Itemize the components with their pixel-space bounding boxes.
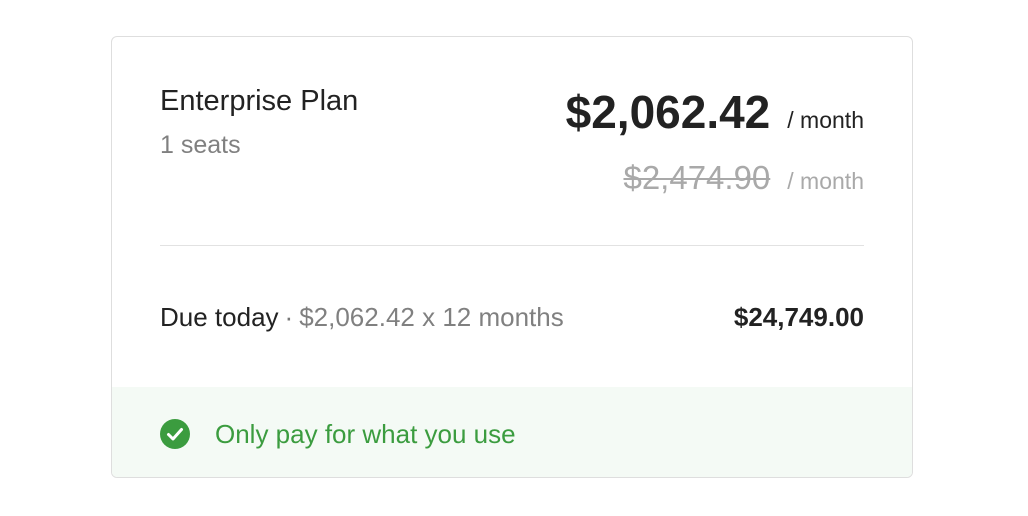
original-price: $2,474.90 / month: [623, 159, 864, 197]
original-price-period: / month: [787, 168, 864, 194]
due-today-summary: Due today · $2,062.42 x 12 months: [160, 302, 564, 333]
benefit-text: Only pay for what you use: [215, 419, 516, 449]
plan-name: Enterprise Plan: [160, 85, 359, 117]
due-today-detail: $2,062.42 x 12 months: [299, 302, 564, 332]
divider: [160, 245, 864, 246]
plan-row: Enterprise Plan 1 seats $2,062.42 / mont…: [160, 85, 864, 215]
due-today-row: Due today · $2,062.42 x 12 months $24,749.…: [160, 302, 864, 342]
due-today-total: $24,749.00: [733, 302, 864, 332]
check-circle-icon: [160, 419, 190, 449]
due-separator: ·: [284, 302, 294, 332]
current-price: $2,062.42 / month: [566, 85, 864, 139]
plan-seats: 1 seats: [160, 131, 241, 159]
benefit-footer: Only pay for what you use: [112, 387, 912, 477]
current-price-period: / month: [787, 107, 864, 133]
current-price-amount: $2,062.42: [565, 86, 771, 138]
original-price-amount: $2,474.90: [623, 159, 771, 196]
due-today-label: Due today: [160, 302, 279, 332]
pricing-summary-card: Enterprise Plan 1 seats $2,062.42 / mont…: [111, 36, 913, 478]
